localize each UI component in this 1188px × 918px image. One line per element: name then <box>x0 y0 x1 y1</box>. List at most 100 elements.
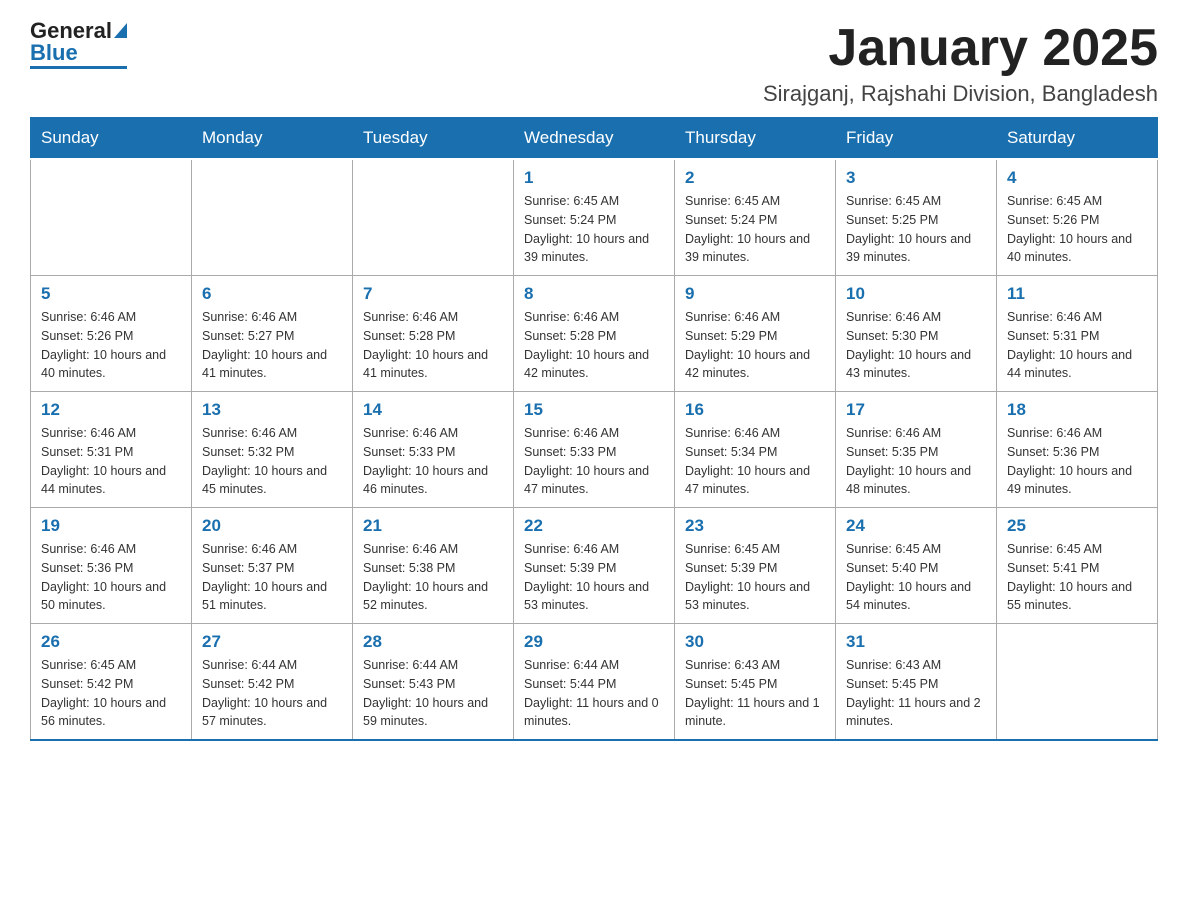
calendar-cell: 30 Sunrise: 6:43 AMSunset: 5:45 PMDayligh… <box>675 624 836 741</box>
day-info: Sunrise: 6:46 AMSunset: 5:38 PMDaylight:… <box>363 540 503 615</box>
logo-underline <box>30 66 127 69</box>
day-number: 5 <box>41 284 181 304</box>
calendar-cell: 4 Sunrise: 6:45 AMSunset: 5:26 PMDaylight… <box>997 159 1158 276</box>
day-number: 22 <box>524 516 664 536</box>
calendar-cell: 29 Sunrise: 6:44 AMSunset: 5:44 PMDayligh… <box>514 624 675 741</box>
calendar-cell: 24Sunrise: 6:45 AMSunset: 5:40 PMDayligh… <box>836 508 997 624</box>
weekday-header-thursday: Thursday <box>675 118 836 160</box>
calendar-cell: 19Sunrise: 6:46 AMSunset: 5:36 PMDayligh… <box>31 508 192 624</box>
day-number: 1 <box>524 168 664 188</box>
calendar-cell: 23 Sunrise: 6:45 AMSunset: 5:39 PMDayligh… <box>675 508 836 624</box>
day-number: 29 <box>524 632 664 652</box>
week-row-5: 26Sunrise: 6:45 AMSunset: 5:42 PMDayligh… <box>31 624 1158 741</box>
day-info: Sunrise: 6:46 AMSunset: 5:34 PMDaylight:… <box>685 424 825 499</box>
day-number: 24 <box>846 516 986 536</box>
calendar-cell: 17 Sunrise: 6:46 AMSunset: 5:35 PMDayligh… <box>836 392 997 508</box>
day-info: Sunrise: 6:45 AMSunset: 5:24 PMDaylight:… <box>524 192 664 267</box>
weekday-header-wednesday: Wednesday <box>514 118 675 160</box>
day-number: 8 <box>524 284 664 304</box>
day-number: 21 <box>363 516 503 536</box>
calendar-cell: 28Sunrise: 6:44 AMSunset: 5:43 PMDayligh… <box>353 624 514 741</box>
day-info: Sunrise: 6:46 AMSunset: 5:36 PMDaylight:… <box>41 540 181 615</box>
calendar-cell: 6 Sunrise: 6:46 AMSunset: 5:27 PMDaylight… <box>192 276 353 392</box>
calendar-cell: 10 Sunrise: 6:46 AMSunset: 5:30 PMDayligh… <box>836 276 997 392</box>
calendar-cell <box>353 159 514 276</box>
day-number: 31 <box>846 632 986 652</box>
logo: General Blue <box>30 20 127 69</box>
week-row-3: 12 Sunrise: 6:46 AMSunset: 5:31 PMDayligh… <box>31 392 1158 508</box>
day-info: Sunrise: 6:46 AMSunset: 5:31 PMDaylight:… <box>1007 308 1147 383</box>
calendar-cell: 9 Sunrise: 6:46 AMSunset: 5:29 PMDaylight… <box>675 276 836 392</box>
day-info: Sunrise: 6:46 AMSunset: 5:30 PMDaylight:… <box>846 308 986 383</box>
day-number: 6 <box>202 284 342 304</box>
day-number: 16 <box>685 400 825 420</box>
day-number: 9 <box>685 284 825 304</box>
calendar-cell: 7 Sunrise: 6:46 AMSunset: 5:28 PMDaylight… <box>353 276 514 392</box>
day-info: Sunrise: 6:43 AMSunset: 5:45 PMDaylight:… <box>846 656 986 731</box>
day-info: Sunrise: 6:46 AMSunset: 5:28 PMDaylight:… <box>363 308 503 383</box>
calendar-cell <box>192 159 353 276</box>
weekday-header-tuesday: Tuesday <box>353 118 514 160</box>
day-number: 17 <box>846 400 986 420</box>
calendar-cell: 27Sunrise: 6:44 AMSunset: 5:42 PMDayligh… <box>192 624 353 741</box>
day-info: Sunrise: 6:44 AMSunset: 5:42 PMDaylight:… <box>202 656 342 731</box>
weekday-header-saturday: Saturday <box>997 118 1158 160</box>
day-info: Sunrise: 6:46 AMSunset: 5:36 PMDaylight:… <box>1007 424 1147 499</box>
day-info: Sunrise: 6:46 AMSunset: 5:37 PMDaylight:… <box>202 540 342 615</box>
calendar-cell <box>997 624 1158 741</box>
weekday-header-friday: Friday <box>836 118 997 160</box>
day-number: 4 <box>1007 168 1147 188</box>
day-info: Sunrise: 6:45 AMSunset: 5:41 PMDaylight:… <box>1007 540 1147 615</box>
calendar-cell: 5 Sunrise: 6:46 AMSunset: 5:26 PMDaylight… <box>31 276 192 392</box>
calendar-cell: 12 Sunrise: 6:46 AMSunset: 5:31 PMDayligh… <box>31 392 192 508</box>
week-row-4: 19Sunrise: 6:46 AMSunset: 5:36 PMDayligh… <box>31 508 1158 624</box>
calendar-cell: 25Sunrise: 6:45 AMSunset: 5:41 PMDayligh… <box>997 508 1158 624</box>
location-title: Sirajganj, Rajshahi Division, Bangladesh <box>763 81 1158 107</box>
day-info: Sunrise: 6:46 AMSunset: 5:26 PMDaylight:… <box>41 308 181 383</box>
calendar-cell: 21 Sunrise: 6:46 AMSunset: 5:38 PMDayligh… <box>353 508 514 624</box>
day-info: Sunrise: 6:46 AMSunset: 5:35 PMDaylight:… <box>846 424 986 499</box>
day-info: Sunrise: 6:46 AMSunset: 5:27 PMDaylight:… <box>202 308 342 383</box>
day-info: Sunrise: 6:46 AMSunset: 5:39 PMDaylight:… <box>524 540 664 615</box>
logo-blue: Blue <box>30 42 127 64</box>
day-number: 12 <box>41 400 181 420</box>
calendar-cell: 13Sunrise: 6:46 AMSunset: 5:32 PMDayligh… <box>192 392 353 508</box>
day-number: 23 <box>685 516 825 536</box>
calendar-cell: 2Sunrise: 6:45 AMSunset: 5:24 PMDaylight… <box>675 159 836 276</box>
calendar-cell: 26Sunrise: 6:45 AMSunset: 5:42 PMDayligh… <box>31 624 192 741</box>
calendar-cell <box>31 159 192 276</box>
week-row-1: 1 Sunrise: 6:45 AMSunset: 5:24 PMDaylight… <box>31 159 1158 276</box>
title-block: January 2025 Sirajganj, Rajshahi Divisio… <box>763 20 1158 107</box>
day-info: Sunrise: 6:45 AMSunset: 5:39 PMDaylight:… <box>685 540 825 615</box>
day-info: Sunrise: 6:44 AMSunset: 5:44 PMDaylight:… <box>524 656 664 731</box>
day-info: Sunrise: 6:45 AMSunset: 5:26 PMDaylight:… <box>1007 192 1147 267</box>
calendar-cell: 20Sunrise: 6:46 AMSunset: 5:37 PMDayligh… <box>192 508 353 624</box>
day-info: Sunrise: 6:45 AMSunset: 5:25 PMDaylight:… <box>846 192 986 267</box>
logo-general: General <box>30 20 127 42</box>
calendar-cell: 8Sunrise: 6:46 AMSunset: 5:28 PMDaylight… <box>514 276 675 392</box>
calendar-cell: 11 Sunrise: 6:46 AMSunset: 5:31 PMDayligh… <box>997 276 1158 392</box>
day-number: 10 <box>846 284 986 304</box>
weekday-header-sunday: Sunday <box>31 118 192 160</box>
calendar-cell: 31 Sunrise: 6:43 AMSunset: 5:45 PMDayligh… <box>836 624 997 741</box>
day-info: Sunrise: 6:46 AMSunset: 5:29 PMDaylight:… <box>685 308 825 383</box>
day-info: Sunrise: 6:46 AMSunset: 5:33 PMDaylight:… <box>363 424 503 499</box>
calendar-cell: 15Sunrise: 6:46 AMSunset: 5:33 PMDayligh… <box>514 392 675 508</box>
calendar-cell: 14Sunrise: 6:46 AMSunset: 5:33 PMDayligh… <box>353 392 514 508</box>
day-number: 30 <box>685 632 825 652</box>
day-number: 7 <box>363 284 503 304</box>
day-info: Sunrise: 6:43 AMSunset: 5:45 PMDaylight:… <box>685 656 825 731</box>
day-number: 13 <box>202 400 342 420</box>
day-info: Sunrise: 6:44 AMSunset: 5:43 PMDaylight:… <box>363 656 503 731</box>
calendar-cell: 3 Sunrise: 6:45 AMSunset: 5:25 PMDaylight… <box>836 159 997 276</box>
day-number: 15 <box>524 400 664 420</box>
weekday-header-row: SundayMondayTuesdayWednesdayThursdayFrid… <box>31 118 1158 160</box>
day-number: 18 <box>1007 400 1147 420</box>
day-number: 3 <box>846 168 986 188</box>
day-info: Sunrise: 6:45 AMSunset: 5:42 PMDaylight:… <box>41 656 181 731</box>
day-number: 2 <box>685 168 825 188</box>
day-number: 11 <box>1007 284 1147 304</box>
day-info: Sunrise: 6:46 AMSunset: 5:31 PMDaylight:… <box>41 424 181 499</box>
calendar-cell: 1 Sunrise: 6:45 AMSunset: 5:24 PMDaylight… <box>514 159 675 276</box>
week-row-2: 5 Sunrise: 6:46 AMSunset: 5:26 PMDaylight… <box>31 276 1158 392</box>
